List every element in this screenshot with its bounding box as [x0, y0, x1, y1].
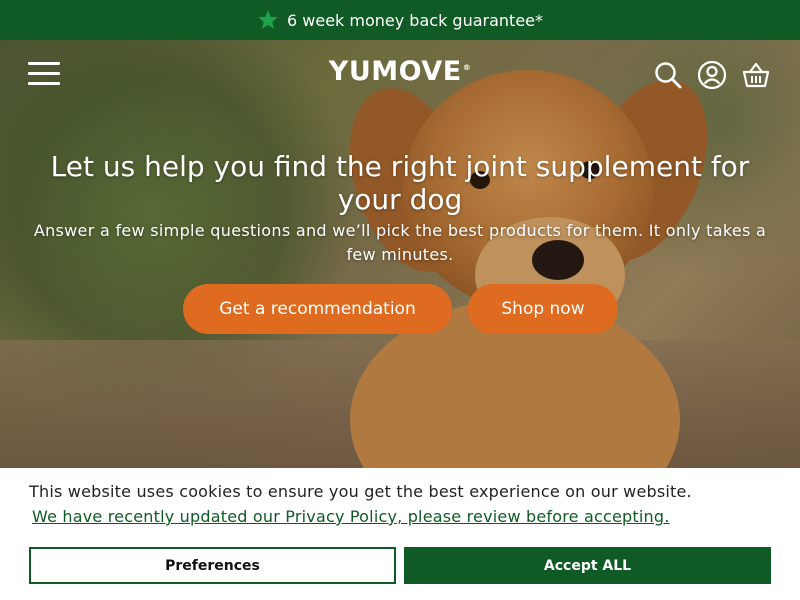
promo-banner: 6 week money back guarantee* — [0, 0, 800, 40]
shop-now-button[interactable]: Shop now — [468, 284, 618, 334]
preferences-button[interactable]: Preferences — [29, 547, 396, 584]
hero-section: YUMOVE® Let us help you find the right j… — [0, 40, 800, 468]
cookie-banner: This website uses cookies to ensure you … — [0, 468, 800, 600]
accept-all-button[interactable]: Accept ALL — [404, 547, 771, 584]
star-icon — [257, 9, 279, 31]
promo-text: 6 week money back guarantee* — [287, 10, 543, 30]
get-recommendation-button[interactable]: Get a recommendation — [183, 284, 452, 334]
cookie-message: This website uses cookies to ensure you … — [29, 482, 692, 501]
basket-icon[interactable] — [741, 60, 771, 90]
privacy-policy-link[interactable]: We have recently updated our Privacy Pol… — [32, 507, 670, 526]
account-icon[interactable] — [697, 60, 727, 90]
hero-title: Let us help you find the right joint sup… — [50, 150, 750, 216]
hero-subtitle: Answer a few simple questions and we’ll … — [33, 221, 767, 264]
search-icon[interactable] — [653, 60, 683, 90]
